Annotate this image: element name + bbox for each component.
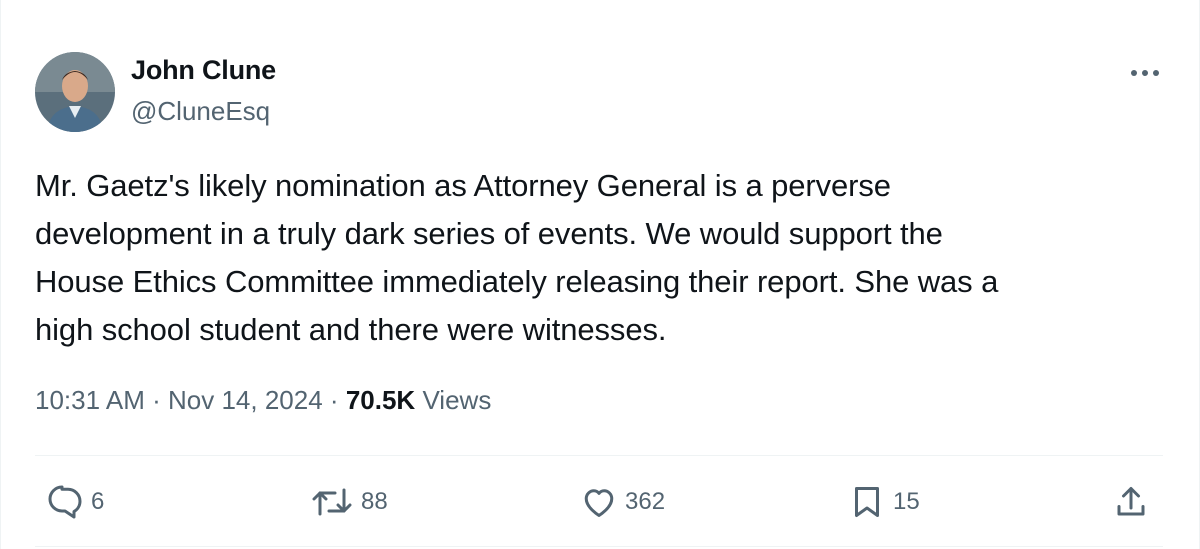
tweet-text: Mr. Gaetz's likely nomination as Attorne… xyxy=(35,168,999,347)
author-display-name[interactable]: John Clune xyxy=(131,55,276,86)
avatar[interactable] xyxy=(35,52,115,132)
like-button[interactable]: 362 xyxy=(581,480,665,524)
more-dots-icon xyxy=(1131,70,1159,76)
heart-icon xyxy=(584,489,614,517)
share-button[interactable] xyxy=(1113,480,1149,524)
author-handle[interactable]: @CluneEsq xyxy=(131,96,270,127)
share-upload-icon xyxy=(1117,487,1145,516)
bookmark-count: 15 xyxy=(893,488,920,515)
views-count: 70.5K xyxy=(345,385,416,415)
meta-separator: · xyxy=(152,385,161,415)
repost-button[interactable]: 88 xyxy=(311,480,388,524)
more-options-button[interactable] xyxy=(1123,58,1167,88)
avatar-image xyxy=(35,52,115,132)
tweet-date[interactable]: Nov 14, 2024 xyxy=(168,385,323,415)
meta-separator: · xyxy=(329,385,339,415)
repost-arrows-icon xyxy=(312,488,352,516)
tweet-time[interactable]: 10:31 AM xyxy=(35,385,145,415)
tweet-card: John Clune @CluneEsq Mr. Gaetz's likely … xyxy=(0,0,1200,549)
repost-count: 88 xyxy=(361,488,388,515)
reply-bubble-icon xyxy=(48,485,82,519)
bookmark-button[interactable]: 15 xyxy=(849,480,920,524)
bookmark-icon xyxy=(855,487,879,517)
views-label: Views xyxy=(422,385,492,415)
like-count: 362 xyxy=(625,488,666,515)
divider xyxy=(35,546,1163,547)
reply-count: 6 xyxy=(91,488,105,515)
tweet-metadata: 10:31 AM · Nov 14, 2024 · 70.5K Views xyxy=(35,385,491,416)
reply-button[interactable]: 6 xyxy=(47,480,104,524)
divider xyxy=(35,455,1163,456)
